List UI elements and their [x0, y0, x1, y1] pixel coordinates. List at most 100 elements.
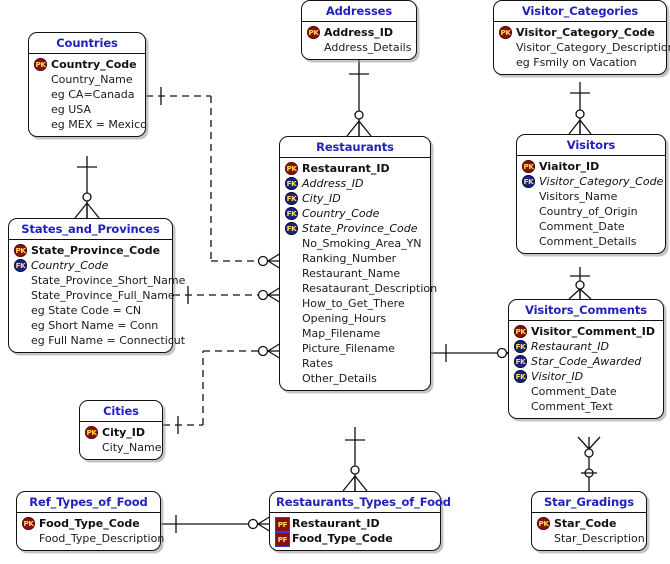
- attribute-label: State_Province_Full_Name: [31, 289, 175, 302]
- fk-badge: FK: [285, 207, 298, 220]
- attribute-row: PK Visitor_Category_Code: [499, 25, 661, 40]
- entity-visitors-comments[interactable]: Visitors_Comments PK Visitor_Comment_ID F…: [508, 299, 664, 419]
- attribute-row: PK City_ID: [85, 425, 157, 440]
- attribute-label: Resataurant_Description: [302, 282, 438, 295]
- fk-badge: FK: [285, 177, 298, 190]
- attribute-label: Comment_Date: [531, 385, 617, 398]
- attribute-label: Address_ID: [324, 26, 393, 39]
- crowfoot-comments-star-b: [588, 436, 601, 450]
- attribute-row: Country_Name: [34, 72, 140, 87]
- entity-addresses[interactable]: Addresses PK Address_ID Address_Details: [301, 0, 417, 60]
- entity-star-gradings[interactable]: Star_Gradings PK Star_Code Star_Descripti…: [531, 491, 647, 551]
- pk-badge: PK: [522, 160, 535, 173]
- fk-badge: FK: [522, 175, 535, 188]
- attribute-row: eg Full Name = Connecticut: [14, 333, 185, 348]
- attribute-row: Country_of_Origin: [522, 204, 660, 219]
- entity-attributes: PK Address_ID Address_Details: [302, 22, 416, 59]
- attribute-label: eg CA=Canada: [51, 88, 135, 101]
- attribute-row: Map_Filename: [285, 326, 425, 341]
- attribute-label: eg Full Name = Connecticut: [31, 334, 186, 347]
- entity-title: Cities: [80, 401, 162, 422]
- attribute-row: FK Address_ID: [285, 176, 425, 191]
- attribute-label: Visitor_Comment_ID: [531, 325, 655, 338]
- fk-badge: FK: [514, 355, 527, 368]
- fk-badge: FK: [514, 340, 527, 353]
- attribute-row: eg MEX = Mexico: [34, 117, 147, 132]
- circle-optional-comments-visitor: [575, 280, 585, 290]
- attribute-row: eg USA: [34, 102, 140, 117]
- attribute-label: Ranking_Number: [302, 252, 397, 265]
- entity-attributes: PK Star_Code Star_Description: [532, 513, 646, 550]
- fk-badge: FK: [14, 259, 27, 272]
- attribute-label: Comment_Details: [539, 235, 637, 248]
- attribute-row: PK Star_Code: [537, 516, 641, 531]
- attribute-label: Address_Details: [324, 41, 412, 54]
- attribute-label: Star_Code_Awarded: [531, 355, 642, 368]
- attribute-row: State_Province_Short_Name: [14, 273, 185, 288]
- attribute-row: State_Province_Full_Name: [14, 288, 175, 303]
- attribute-row: Resataurant_Description: [285, 281, 437, 296]
- entity-cities[interactable]: Cities PK City_ID City_Name: [79, 400, 163, 460]
- circle-optional-typesfood-food: [247, 518, 259, 530]
- circle-optional-restaurants-state: [257, 289, 269, 301]
- crowfoot-comments-visitor-a: [568, 288, 581, 300]
- attribute-label: State_Province_Short_Name: [31, 274, 186, 287]
- entity-title: Ref_Types_of_Food: [17, 492, 160, 513]
- entity-attributes: PK State_Province_Code FK Country_Code Sta…: [9, 240, 185, 352]
- attribute-label: Food_Type_Description: [39, 532, 165, 545]
- entity-restaurants[interactable]: Restaurants PK Restaurant_ID FK Address_ID…: [279, 136, 437, 391]
- pk-badge: PK: [514, 325, 527, 338]
- attribute-label: eg Short Name = Conn: [31, 319, 159, 332]
- attribute-label: How_to_Get_There: [302, 297, 405, 310]
- attribute-row: PK State_Province_Code: [14, 243, 167, 258]
- entity-visitors[interactable]: Visitors PK Viaitor_ID FK Visitor_Category…: [516, 134, 666, 254]
- attribute-label: Comment_Text: [531, 400, 613, 413]
- entity-title: Addresses: [302, 1, 416, 22]
- attribute-row: eg State Code = CN: [14, 303, 167, 318]
- crowfoot-visitors-a: [568, 119, 581, 135]
- attribute-label: State_Province_Code: [31, 244, 161, 257]
- entity-visitor-categories[interactable]: Visitor_Categories PK Visitor_Category_Co…: [493, 0, 670, 75]
- attribute-row: eg CA=Canada: [34, 87, 140, 102]
- attribute-label: State_Province_Code: [302, 222, 418, 235]
- attribute-row: Opening_Hours: [285, 311, 425, 326]
- attribute-label: City_Name: [102, 441, 162, 454]
- attribute-label: Comment_Date: [539, 220, 625, 233]
- attribute-row: No_Smoking_Area_YN: [285, 236, 425, 251]
- attribute-row: FK Star_Code_Awarded: [514, 354, 658, 369]
- attribute-row: Comment_Details: [522, 234, 660, 249]
- attribute-row: FK Visitor_Category_Code: [522, 174, 663, 189]
- attribute-label: Viaitor_ID: [539, 160, 600, 173]
- circle-optional-stargradings: [584, 468, 594, 478]
- entity-title: Restaurants: [280, 137, 430, 158]
- crowfoot-comments-visitor-b: [579, 288, 592, 300]
- attribute-label: eg State Code = CN: [31, 304, 142, 317]
- entity-title: Countries: [29, 33, 145, 54]
- attribute-row: FK State_Province_Code: [285, 221, 425, 236]
- entity-attributes: PK Viaitor_ID FK Visitor_Category_Code Vis…: [517, 156, 665, 253]
- entity-title: States_and_Provinces: [9, 219, 172, 240]
- entity-attributes: PK Restaurant_ID FK Address_ID FK City_ID F…: [280, 158, 437, 390]
- attribute-label: Map_Filename: [302, 327, 381, 340]
- attribute-row: Restaurant_Name: [285, 266, 425, 281]
- attribute-row: FK Visitor_ID: [514, 369, 658, 384]
- attribute-row: FK Country_Code: [14, 258, 167, 273]
- entity-states-and-provinces[interactable]: States_and_Provinces PK State_Province_Co…: [8, 218, 185, 353]
- entity-ref-types-of-food[interactable]: Ref_Types_of_Food PK Food_Type_Code Food_…: [16, 491, 165, 551]
- attribute-row: Other_Details: [285, 371, 425, 386]
- pk-badge: PK: [85, 426, 98, 439]
- entity-restaurants-types-of-food[interactable]: Restaurants_Types_of_Food PF Restaurant_I…: [269, 491, 451, 551]
- entity-attributes: PF Restaurant_ID PF Food_Type_Code: [270, 513, 440, 550]
- attribute-label: Rates: [302, 357, 333, 370]
- attribute-label: eg USA: [51, 103, 92, 116]
- entity-attributes: PK Visitor_Comment_ID FK Restaurant_ID FK S…: [509, 321, 663, 418]
- circle-optional-comments-star: [584, 448, 594, 458]
- attribute-label: Restaurant_ID: [302, 162, 390, 175]
- entity-countries[interactable]: Countries PK Country_Code Country_Name eg…: [28, 32, 147, 137]
- attribute-label: Restaurant_ID: [292, 517, 380, 530]
- circle-optional-typesfood-rest: [350, 465, 360, 475]
- attribute-row: How_to_Get_There: [285, 296, 425, 311]
- crowfoot-states-b: [86, 202, 100, 219]
- crowfoot-states-a: [74, 202, 88, 219]
- attribute-label: Visitor_ID: [531, 370, 584, 383]
